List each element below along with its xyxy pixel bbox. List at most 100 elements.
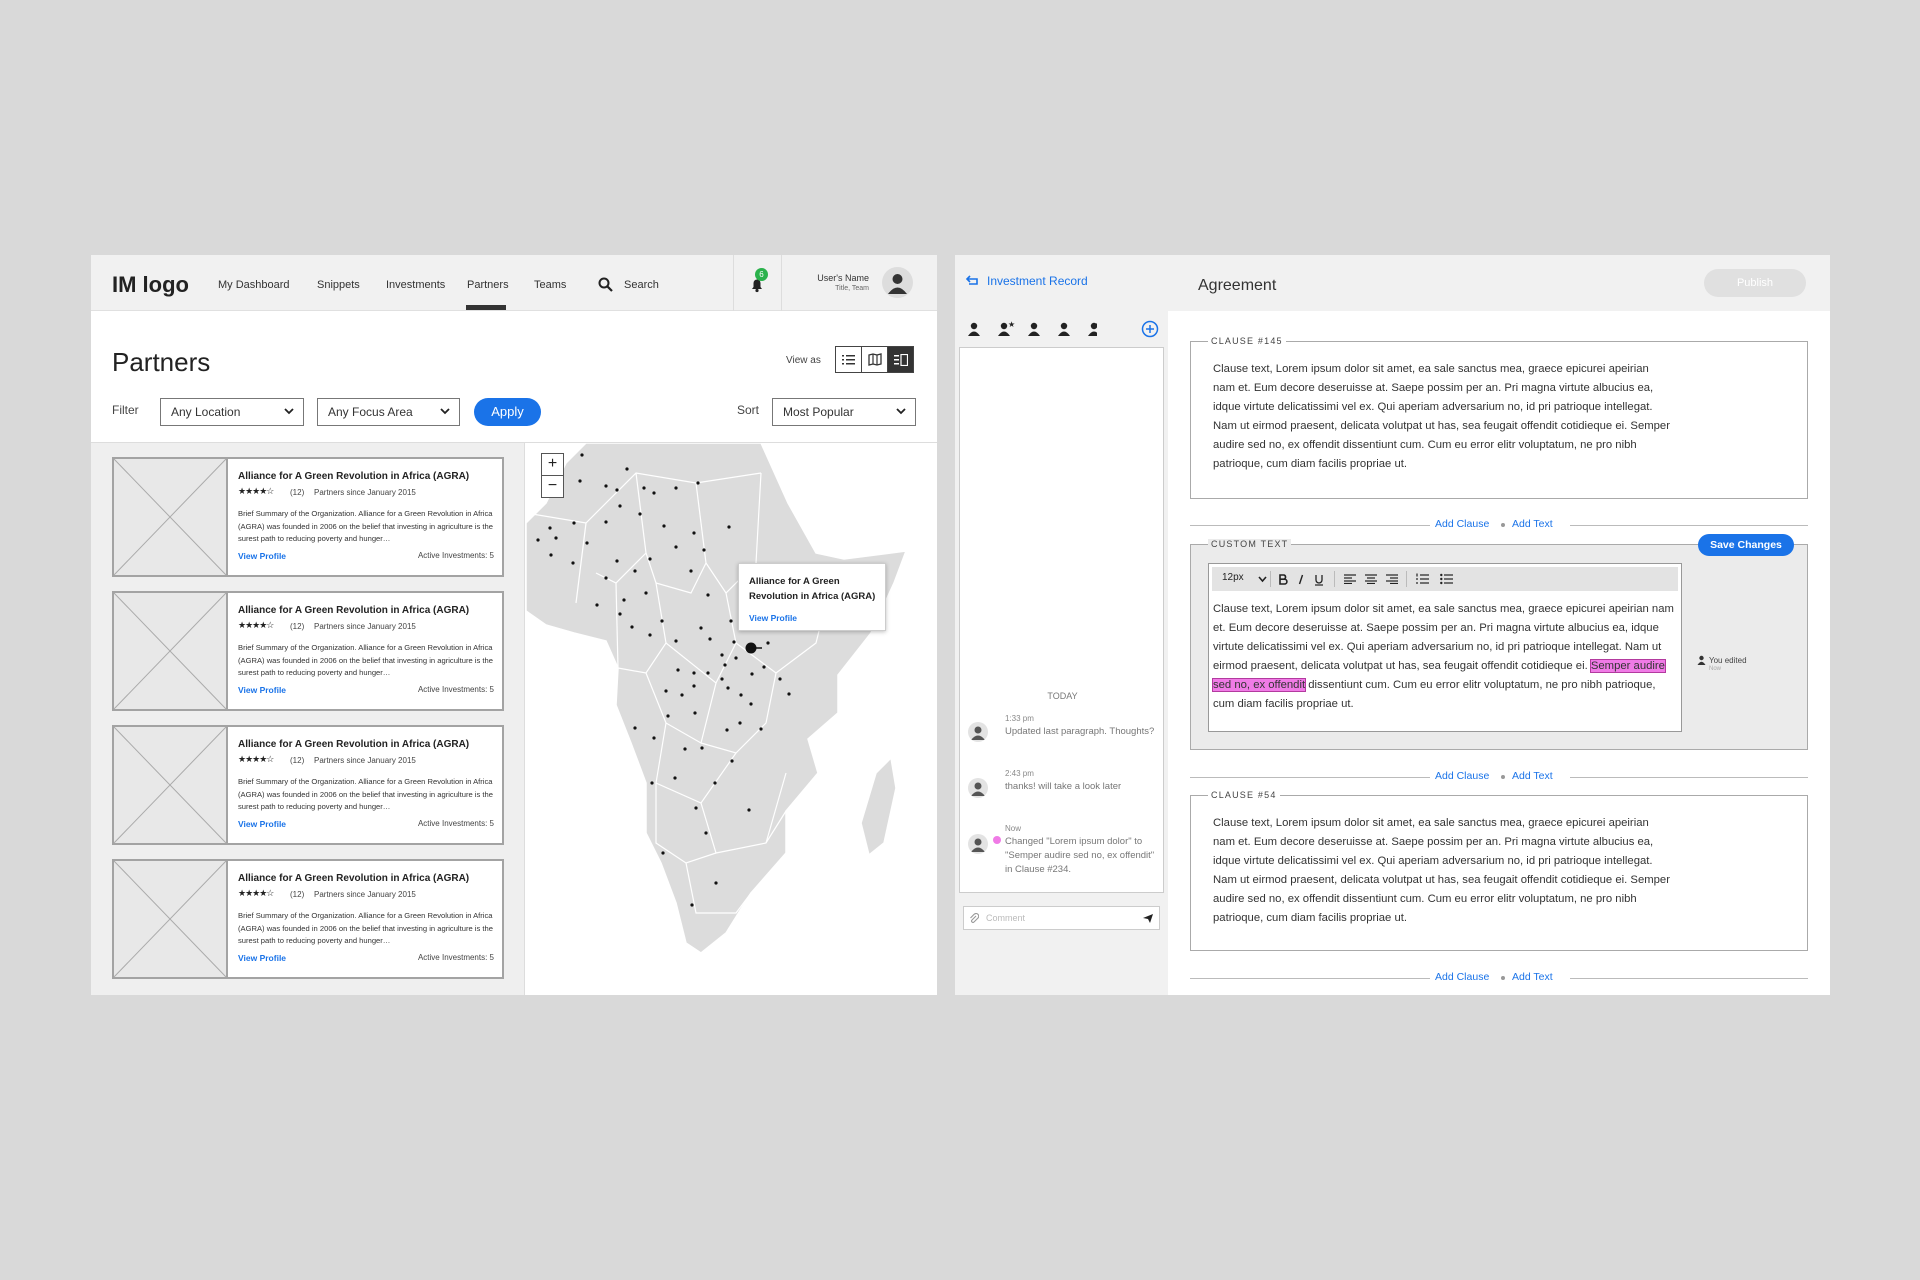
numbered-list-icon[interactable]: [1416, 573, 1429, 585]
active-investments: Active Investments: 5: [417, 953, 494, 962]
search-icon[interactable]: [598, 277, 613, 292]
add-clause-button[interactable]: Add Clause: [1435, 971, 1489, 983]
clause-text[interactable]: Clause text, Lorem ipsum dolor sit amet,…: [1213, 814, 1673, 928]
nav-my-dashboard[interactable]: My Dashboard: [218, 279, 290, 291]
rich-text-editor[interactable]: 12px Clause text, Lorem ipsum dolor sit …: [1208, 563, 1682, 732]
bullet-list-icon[interactable]: [1440, 573, 1453, 585]
apply-button[interactable]: Apply: [474, 398, 541, 426]
add-text-button[interactable]: Add Text: [1512, 770, 1553, 782]
comment-time: 2:43 pm: [1005, 769, 1034, 778]
review-count: (12): [290, 488, 305, 497]
add-clause-row: Add Clause Add Text: [1190, 770, 1808, 784]
add-clause-row: Add Clause Add Text: [1190, 518, 1808, 532]
add-collaborator-icon[interactable]: [1141, 320, 1159, 338]
send-icon[interactable]: [1142, 913, 1154, 924]
partner-since: Partners since January 2015: [314, 890, 416, 899]
view-profile-link[interactable]: View Profile: [238, 953, 286, 963]
popup-view-profile-link[interactable]: View Profile: [749, 613, 797, 623]
user-avatar[interactable]: [882, 267, 913, 298]
sort-select[interactable]: Most Popular: [772, 398, 916, 426]
nav-investments[interactable]: Investments: [386, 279, 445, 291]
add-clause-button[interactable]: Add Clause: [1435, 518, 1489, 530]
list-view-button[interactable]: [835, 346, 862, 373]
clause-block[interactable]: CLAUSE #54 Clause text, Lorem ipsum dolo…: [1190, 790, 1808, 951]
partner-name[interactable]: Alliance for A Green Revolution in Afric…: [238, 739, 469, 750]
align-center-icon[interactable]: [1365, 574, 1377, 584]
partner-card[interactable]: Alliance for A Green Revolution in Afric…: [112, 859, 504, 979]
view-as-label: View as: [786, 355, 821, 366]
clause-block[interactable]: CLAUSE #145 Clause text, Lorem ipsum dol…: [1190, 336, 1808, 499]
search-label[interactable]: Search: [624, 279, 659, 291]
today-divider: TODAY: [1047, 691, 1078, 701]
partner-card[interactable]: Alliance for A Green Revolution in Afric…: [112, 725, 504, 845]
agreement-document: CLAUSE #145 Clause text, Lorem ipsum dol…: [1168, 311, 1830, 995]
partner-name[interactable]: Alliance for A Green Revolution in Afric…: [238, 471, 469, 482]
nav-active-indicator: [466, 305, 506, 310]
align-left-icon[interactable]: [1344, 574, 1356, 584]
zoom-in-button[interactable]: +: [541, 453, 564, 476]
nav-partners[interactable]: Partners: [467, 279, 509, 291]
partner-since: Partners since January 2015: [314, 756, 416, 765]
agreement-header: Investment Record Agreement Publish: [955, 255, 1830, 311]
view-profile-link[interactable]: View Profile: [238, 551, 286, 561]
comment-input[interactable]: Comment: [963, 906, 1160, 930]
image-placeholder: [114, 459, 228, 575]
italic-icon[interactable]: [1297, 574, 1305, 585]
partner-summary: Brief Summary of the Organization. Allia…: [238, 509, 493, 544]
rating-stars: ★★★★☆: [238, 486, 274, 496]
back-to-investment-record-link[interactable]: Investment Record: [987, 274, 1088, 288]
rating-stars: ★★★★☆: [238, 888, 274, 898]
clause-text[interactable]: Clause text, Lorem ipsum dolor sit amet,…: [1213, 360, 1673, 474]
chevron-down-icon[interactable]: [1258, 576, 1267, 583]
add-clause-row: Add Clause Add Text: [1190, 971, 1808, 985]
font-size-select[interactable]: 12px: [1222, 572, 1244, 583]
focus-area-filter-select[interactable]: Any Focus Area: [317, 398, 460, 426]
zoom-out-button[interactable]: −: [541, 475, 564, 498]
separator-dot: [1501, 775, 1505, 779]
toolbar-divider: [1334, 571, 1335, 587]
chevron-down-icon: [284, 408, 294, 415]
partner-card[interactable]: Alliance for A Green Revolution in Afric…: [112, 591, 504, 711]
collaborator-avatars[interactable]: ★ ★: [967, 321, 1097, 337]
location-filter-select[interactable]: Any Location: [160, 398, 304, 426]
rating-stars: ★★★★☆: [238, 754, 274, 764]
change-indicator-dot: [993, 836, 1001, 844]
toolbar-divider: [1270, 571, 1271, 587]
review-count: (12): [290, 890, 305, 899]
nav-snippets[interactable]: Snippets: [317, 279, 360, 291]
align-right-icon[interactable]: [1386, 574, 1398, 584]
custom-text-content[interactable]: Clause text, Lorem ipsum dolor sit amet,…: [1212, 600, 1677, 714]
underline-icon[interactable]: [1314, 574, 1324, 586]
back-arrow-icon[interactable]: [965, 275, 979, 287]
clause-label: CLAUSE #145: [1208, 336, 1286, 346]
user-icon: [1697, 655, 1706, 665]
app-logo[interactable]: IM logo: [112, 272, 189, 298]
add-text-button[interactable]: Add Text: [1512, 518, 1553, 530]
africa-map[interactable]: [526, 443, 937, 995]
partner-name[interactable]: Alliance for A Green Revolution in Afric…: [238, 873, 469, 884]
publish-button[interactable]: Publish: [1704, 269, 1806, 297]
clause-label: CLAUSE #54: [1208, 790, 1280, 800]
user-title: Title, Team: [835, 285, 869, 292]
partner-since: Partners since January 2015: [314, 622, 416, 631]
editor-toolbar: 12px: [1212, 567, 1678, 591]
partner-map[interactable]: + − Alliance for A Green Revolution in A…: [526, 443, 937, 995]
nav-teams[interactable]: Teams: [534, 279, 566, 291]
location-filter-value: Any Location: [171, 405, 241, 419]
divider: [781, 255, 782, 311]
save-changes-button[interactable]: Save Changes: [1698, 534, 1794, 556]
split-view-button[interactable]: [887, 346, 914, 373]
map-view-button[interactable]: [861, 346, 888, 373]
view-profile-link[interactable]: View Profile: [238, 819, 286, 829]
partner-summary: Brief Summary of the Organization. Allia…: [238, 777, 493, 812]
attachment-icon[interactable]: [969, 913, 979, 924]
view-profile-link[interactable]: View Profile: [238, 685, 286, 695]
partner-summary: Brief Summary of the Organization. Allia…: [238, 911, 493, 946]
partner-card[interactable]: Alliance for A Green Revolution in Afric…: [112, 457, 504, 577]
avatar: [968, 834, 988, 854]
add-text-button[interactable]: Add Text: [1512, 971, 1553, 983]
add-clause-button[interactable]: Add Clause: [1435, 770, 1489, 782]
partner-name[interactable]: Alliance for A Green Revolution in Afric…: [238, 605, 469, 616]
bold-icon[interactable]: [1278, 574, 1288, 585]
divider: [733, 255, 734, 311]
